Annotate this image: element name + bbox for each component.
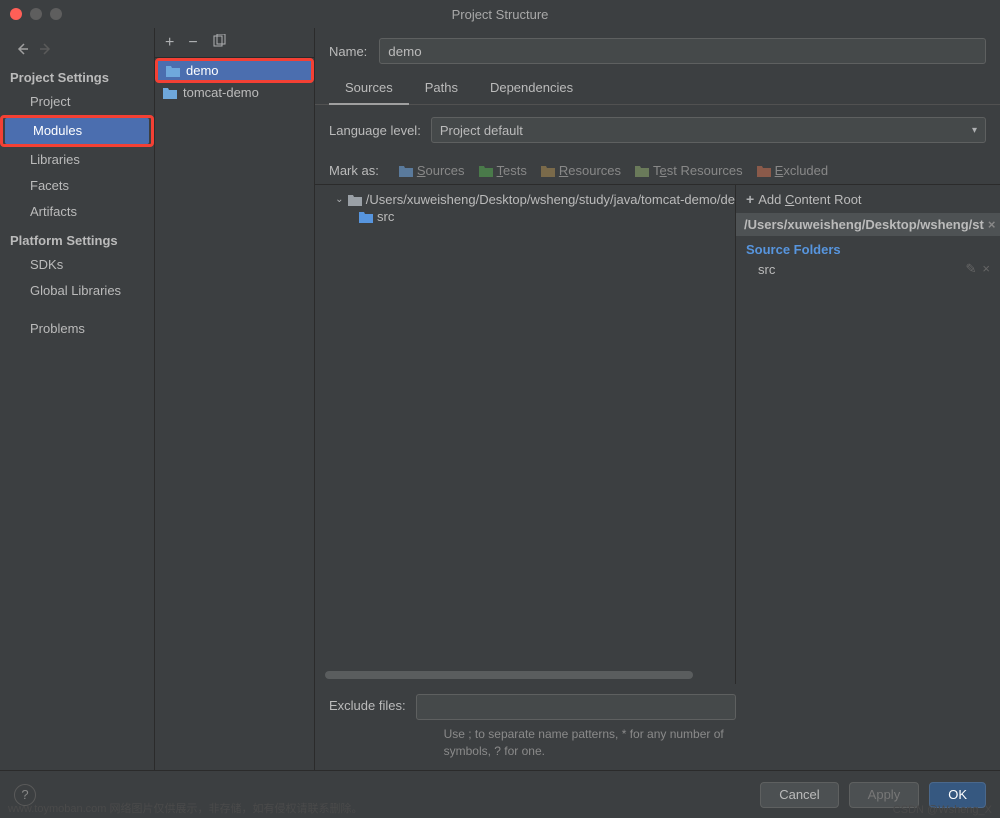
mark-sources-button[interactable]: Sources — [399, 163, 465, 178]
highlight-modules: Modules — [0, 115, 154, 147]
folder-icon — [166, 65, 180, 77]
chevron-down-icon: ▾ — [972, 125, 977, 136]
sidebar-item-libraries[interactable]: Libraries — [0, 147, 154, 173]
folder-icon — [348, 194, 362, 206]
titlebar: Project Structure — [0, 0, 1000, 28]
main-panel: Name: Sources Paths Dependencies Languag… — [315, 28, 1000, 770]
sidebar-item-modules[interactable]: Modules — [5, 118, 149, 144]
sidebar-item-facets[interactable]: Facets — [0, 173, 154, 199]
mark-tests-button[interactable]: Tests — [479, 163, 527, 178]
mark-as-label: Mark as: — [329, 163, 379, 178]
tree-column: ⌄ /Users/xuweisheng/Desktop/wsheng/study… — [315, 185, 735, 684]
module-column: + − demo tomcat-demo — [155, 28, 315, 770]
sidebar-item-artifacts[interactable]: Artifacts — [0, 199, 154, 225]
language-level-label: Language level: — [329, 123, 421, 138]
copy-module-icon[interactable] — [212, 34, 226, 52]
sidebar-item-global-libraries[interactable]: Global Libraries — [0, 278, 154, 304]
folder-icon — [635, 165, 649, 177]
plus-icon: + — [746, 191, 754, 207]
watermark-right: CSDN @Wsheng_X — [893, 804, 992, 816]
add-content-root-button[interactable]: + Add Content Root — [736, 185, 1000, 213]
mark-excluded-button[interactable]: Excluded — [757, 163, 828, 178]
remove-content-root-icon[interactable]: × — [984, 217, 996, 232]
platform-settings-header: Platform Settings — [0, 225, 154, 252]
source-folder-actions: ✎ × — [966, 261, 991, 277]
exclude-input[interactable] — [416, 694, 736, 720]
content-root-path-text: /Users/xuweisheng/Desktop/wsheng/st — [744, 217, 984, 232]
module-toolbar: + − — [155, 28, 314, 58]
source-folders-header: Source Folders — [736, 236, 1000, 259]
body: Project Settings Project Modules Librari… — [0, 28, 1000, 770]
folder-icon — [359, 211, 373, 223]
watermark-left: www.toymoban.com 网络图片仅供展示，非存储，如有侵权请联系删除。 — [8, 800, 362, 816]
folder-icon — [163, 87, 177, 99]
remove-module-icon[interactable]: − — [188, 35, 197, 51]
content-root-panel: + Add Content Root /Users/xuweisheng/Des… — [735, 185, 1000, 684]
name-row: Name: — [315, 28, 1000, 74]
project-settings-header: Project Settings — [0, 62, 154, 89]
tabs: Sources Paths Dependencies — [315, 74, 1000, 105]
close-window-button[interactable] — [10, 8, 22, 20]
tree-scrollbar[interactable] — [325, 670, 725, 680]
remove-icon[interactable]: × — [982, 261, 990, 277]
tab-dependencies[interactable]: Dependencies — [474, 74, 589, 104]
module-label: demo — [186, 63, 219, 78]
module-label: tomcat-demo — [183, 85, 259, 100]
mark-as-row: Mark as: Sources Tests Resources Test Re… — [315, 155, 1000, 185]
sidebar: Project Settings Project Modules Librari… — [0, 28, 155, 770]
window-title: Project Structure — [452, 7, 549, 22]
minimize-window-button[interactable] — [30, 8, 42, 20]
tree-item-src[interactable]: src — [325, 208, 735, 225]
module-item-tomcat-demo[interactable]: tomcat-demo — [155, 83, 314, 102]
source-folder-name: src — [758, 262, 775, 277]
mark-test-resources-button[interactable]: Test Resources — [635, 163, 743, 178]
folder-icon — [399, 165, 413, 177]
sidebar-item-sdks[interactable]: SDKs — [0, 252, 154, 278]
nav-buttons — [0, 36, 154, 62]
forward-icon — [38, 41, 54, 57]
scrollbar-thumb[interactable] — [325, 671, 693, 679]
cancel-button[interactable]: Cancel — [760, 782, 838, 808]
module-item-demo[interactable]: demo — [158, 61, 311, 80]
edit-icon[interactable]: ✎ — [966, 261, 977, 277]
add-module-icon[interactable]: + — [165, 35, 174, 51]
tree-root-path: /Users/xuweisheng/Desktop/wsheng/study/j… — [366, 192, 735, 207]
maximize-window-button[interactable] — [50, 8, 62, 20]
content-root-path[interactable]: /Users/xuweisheng/Desktop/wsheng/st × — [736, 213, 1000, 236]
sidebar-item-problems[interactable]: Problems — [0, 316, 154, 342]
highlight-demo-module: demo — [155, 58, 314, 83]
content-row: ⌄ /Users/xuweisheng/Desktop/wsheng/study… — [315, 185, 1000, 684]
language-level-row: Language level: Project default ▾ — [315, 105, 1000, 155]
mark-resources-button[interactable]: Resources — [541, 163, 621, 178]
language-level-select[interactable]: Project default ▾ — [431, 117, 986, 143]
folder-icon — [479, 165, 493, 177]
back-icon[interactable] — [14, 41, 30, 57]
module-list: demo tomcat-demo — [155, 58, 314, 770]
language-level-value: Project default — [440, 123, 523, 138]
tab-sources[interactable]: Sources — [329, 74, 409, 105]
folder-icon — [541, 165, 555, 177]
exclude-row: Exclude files: Use ; to separate name pa… — [315, 684, 1000, 770]
name-label: Name: — [329, 44, 367, 59]
folder-icon — [757, 165, 771, 177]
tab-paths[interactable]: Paths — [409, 74, 474, 104]
source-folder-item[interactable]: src ✎ × — [736, 259, 1000, 279]
sidebar-item-project[interactable]: Project — [0, 89, 154, 115]
exclude-label: Exclude files: — [329, 694, 406, 713]
name-input[interactable] — [379, 38, 986, 64]
tree-root[interactable]: ⌄ /Users/xuweisheng/Desktop/wsheng/study… — [325, 191, 735, 208]
exclude-hint: Use ; to separate name patterns, * for a… — [416, 720, 756, 760]
tree-item-label: src — [377, 209, 394, 224]
window-controls — [0, 8, 62, 20]
expander-icon[interactable]: ⌄ — [335, 194, 344, 205]
